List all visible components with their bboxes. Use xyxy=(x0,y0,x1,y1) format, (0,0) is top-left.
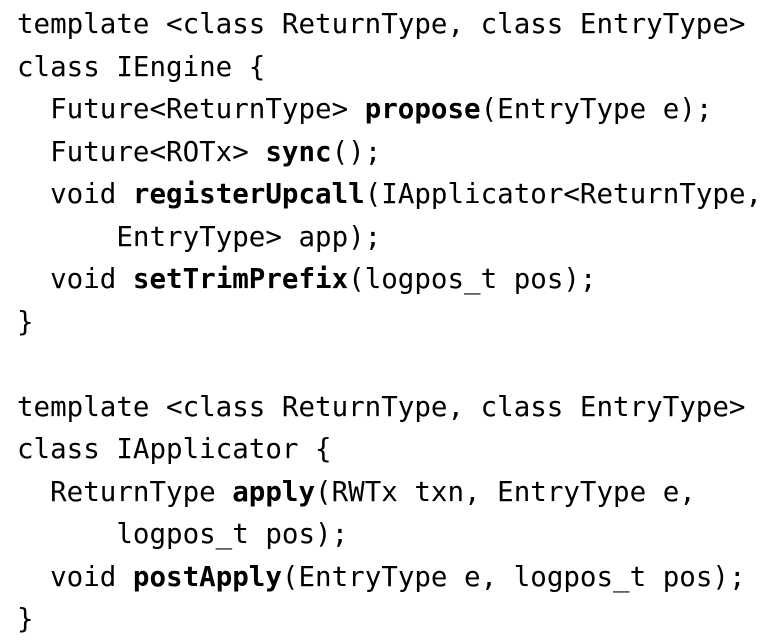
code-token: (); xyxy=(331,135,382,168)
code-token: template <class ReturnType, class EntryT… xyxy=(17,390,746,423)
code-line: logpos_t pos); xyxy=(0,513,784,556)
method-name: propose xyxy=(364,93,481,125)
code-line: class IEngine { xyxy=(0,46,784,89)
method-name: postApply xyxy=(132,560,282,593)
code-line: class IApplicator { xyxy=(0,428,784,471)
code-token: ReturnType xyxy=(17,475,233,508)
code-line: Future<ROTx> sync(); xyxy=(0,131,784,174)
code-token: class IEngine { xyxy=(17,50,266,83)
code-line: void postApply(EntryType e, logpos_t pos… xyxy=(0,556,784,599)
code-token: } xyxy=(17,603,34,635)
method-name: apply xyxy=(232,475,316,508)
method-name: sync xyxy=(265,135,332,168)
code-listing: template <class ReturnType, class EntryT… xyxy=(0,3,784,641)
code-line: template <class ReturnType, class EntryT… xyxy=(0,3,784,46)
method-name: setTrimPrefix xyxy=(132,263,349,295)
code-line: void registerUpcall(IApplicator<ReturnTy… xyxy=(0,173,784,216)
code-token: (EntryType e, logpos_t pos); xyxy=(281,560,746,593)
code-token: EntryType> app); xyxy=(17,220,382,253)
code-line: } xyxy=(0,301,784,344)
code-token: (logpos_t pos); xyxy=(348,263,597,295)
method-name: registerUpcall xyxy=(132,178,365,210)
code-token: (EntryType e); xyxy=(480,93,713,125)
code-token: class IApplicator { xyxy=(17,433,332,465)
code-line: template <class ReturnType, class EntryT… xyxy=(0,386,784,429)
code-line: ReturnType apply(RWTx txn, EntryType e, xyxy=(0,471,784,514)
code-line: void setTrimPrefix(logpos_t pos); xyxy=(0,258,784,301)
code-token: void xyxy=(17,178,133,210)
code-token: } xyxy=(17,305,34,338)
code-line: } xyxy=(0,598,784,641)
code-token: (IApplicator<ReturnType, xyxy=(364,178,763,210)
code-line: Future<ReturnType> propose(EntryType e); xyxy=(0,88,784,131)
code-token: Future<ReturnType> xyxy=(17,93,365,125)
code-token: logpos_t pos); xyxy=(17,518,349,550)
code-token: (RWTx txn, EntryType e, xyxy=(315,475,696,508)
code-token: Future<ROTx> xyxy=(17,135,266,168)
code-token: template <class ReturnType, class EntryT… xyxy=(17,8,746,40)
code-line: EntryType> app); xyxy=(0,216,784,259)
code-token: void xyxy=(17,263,133,295)
code-token: void xyxy=(17,560,133,593)
